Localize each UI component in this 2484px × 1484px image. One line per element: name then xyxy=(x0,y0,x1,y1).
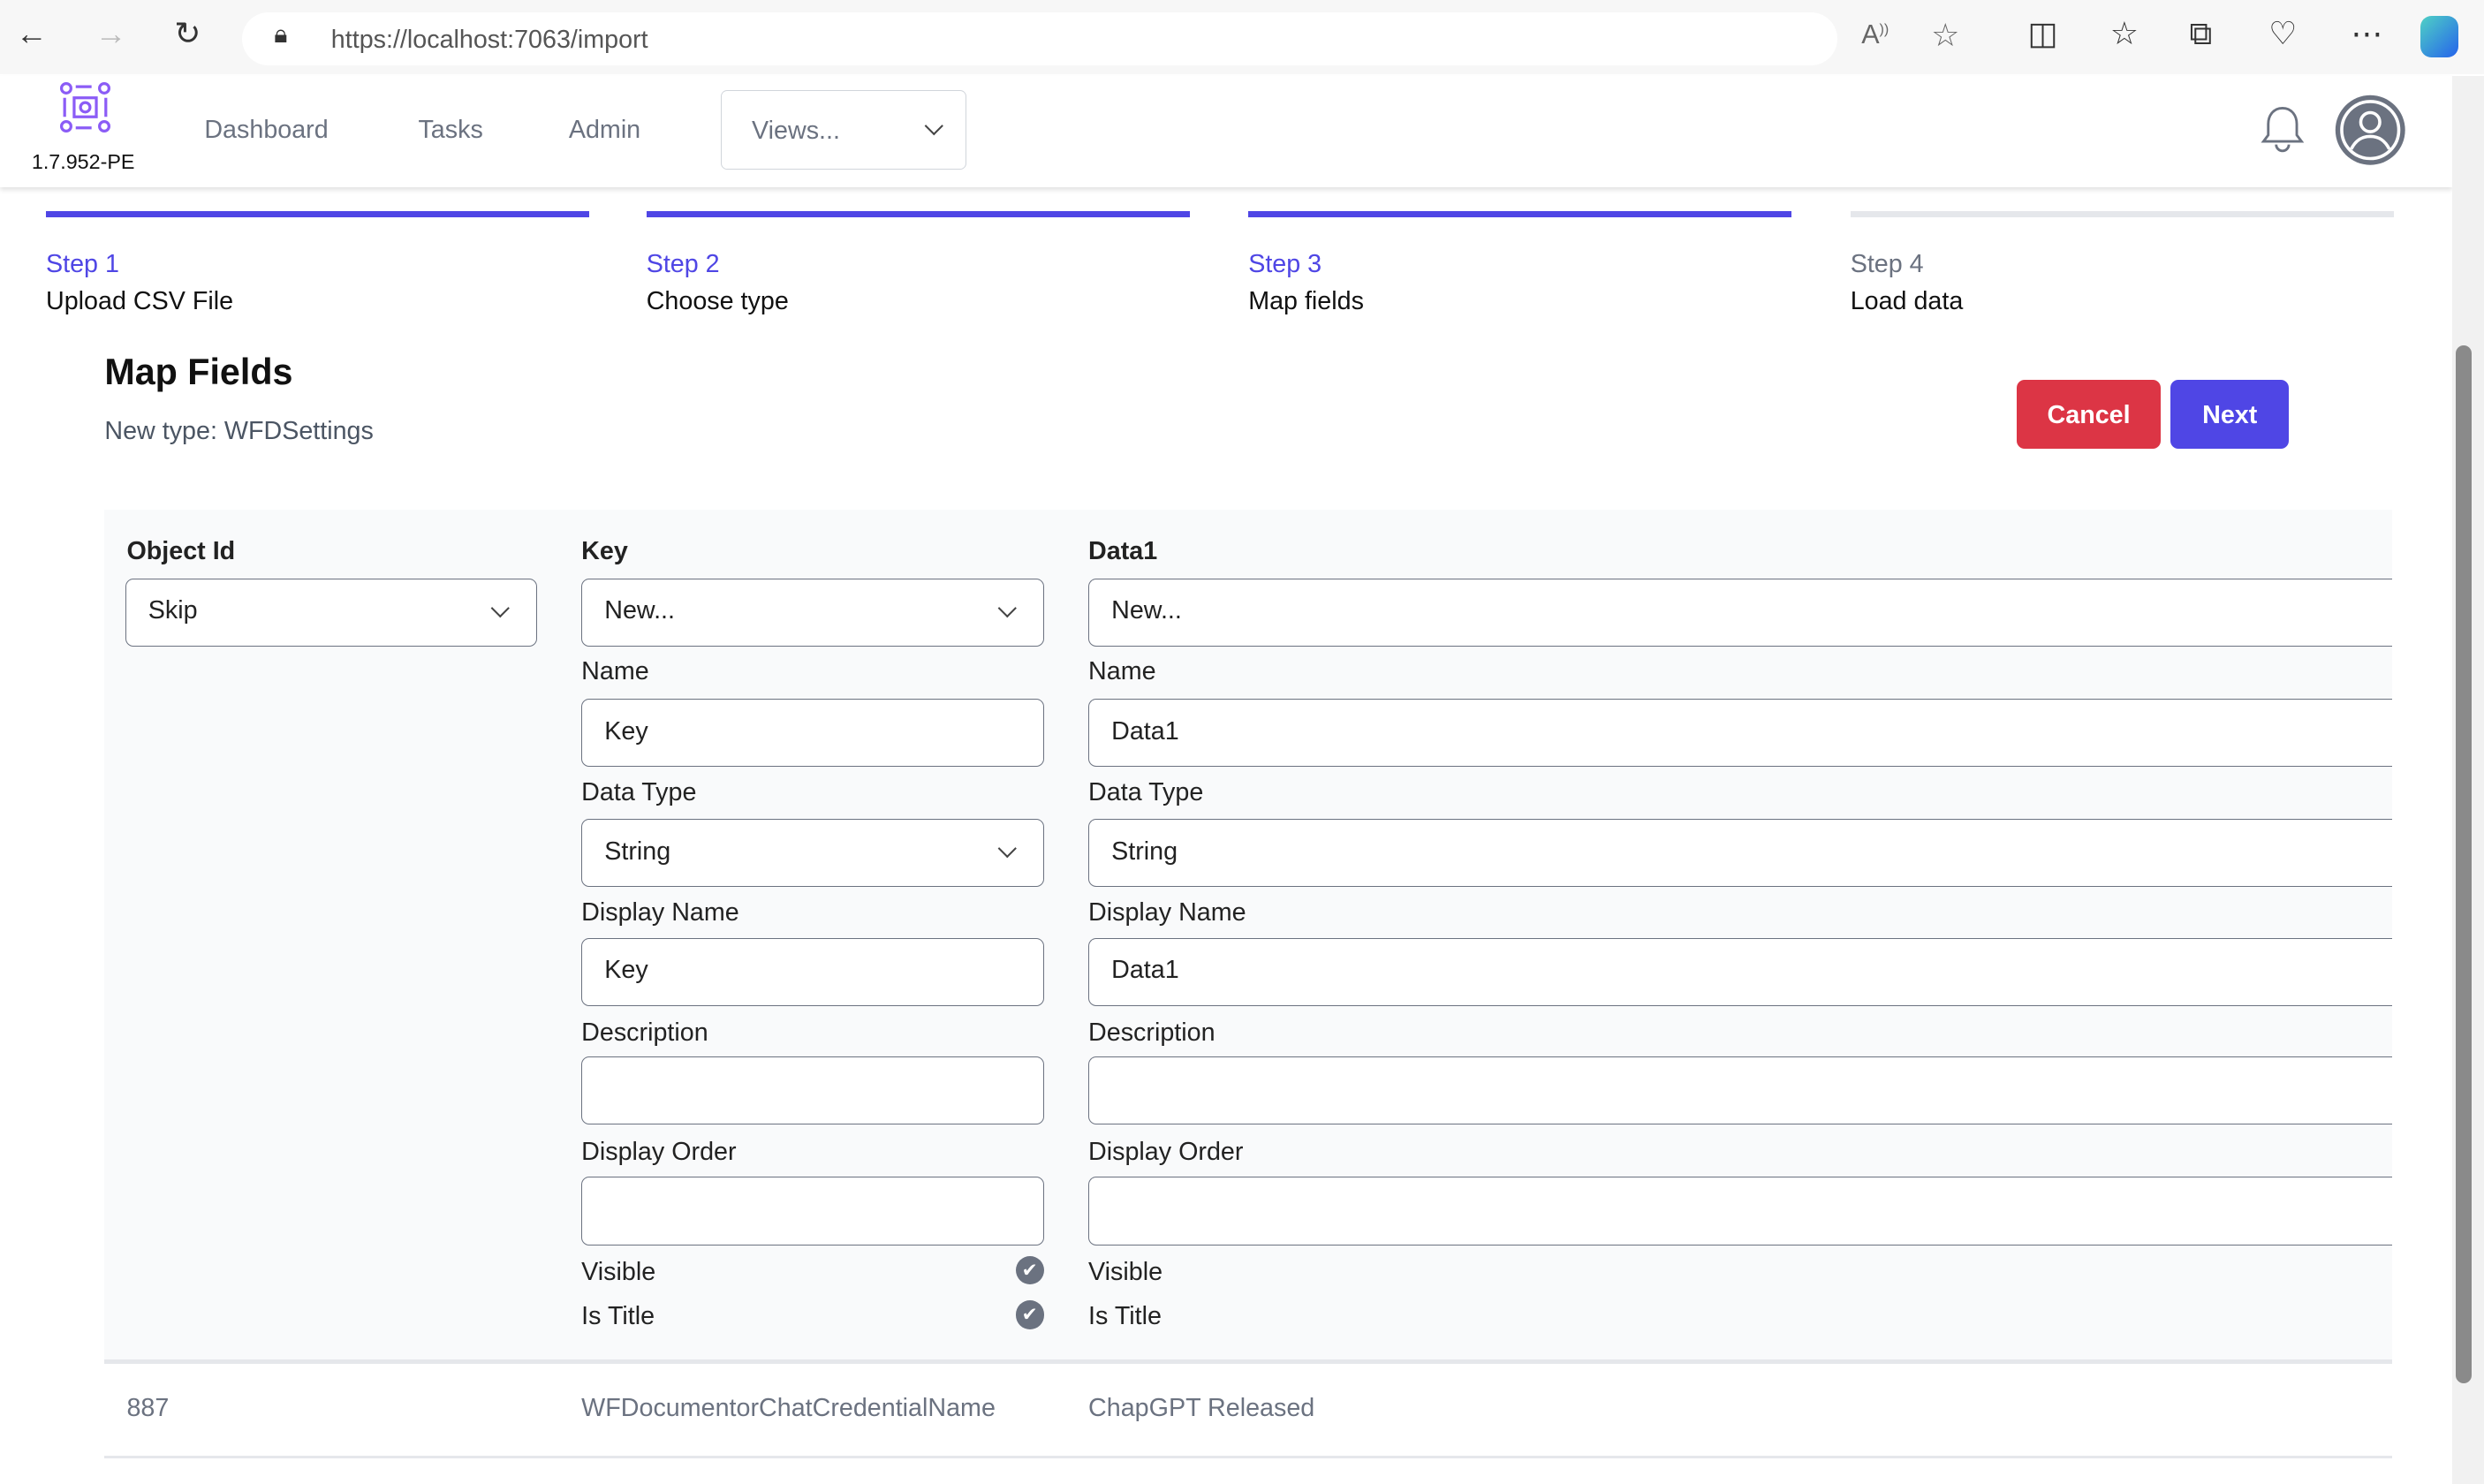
more-icon[interactable]: ⋯ xyxy=(2351,16,2382,52)
page-title: Map Fields xyxy=(104,352,293,393)
object-id-mapping-select[interactable]: Skip xyxy=(125,578,537,647)
split-screen-icon[interactable]: ◫ xyxy=(2028,16,2058,52)
display-order-label: Display Order xyxy=(581,1137,737,1166)
step-number: Step 4 xyxy=(1850,250,1924,279)
nav-tasks[interactable]: Tasks xyxy=(418,116,482,145)
scrollbar-thumb[interactable] xyxy=(2455,344,2472,1383)
visible-label: Visible xyxy=(581,1257,656,1286)
data1-display-name-input[interactable]: Data1 xyxy=(1088,937,2392,1006)
step-1: Step 1 Upload CSV File xyxy=(46,210,590,322)
favorites-icon[interactable]: ☆ xyxy=(2110,16,2139,52)
key-name-input[interactable]: Key xyxy=(581,698,1044,767)
refresh-icon[interactable]: ↻ xyxy=(174,16,201,52)
lock-icon[interactable]: 🔒︎ xyxy=(274,20,287,49)
data1-name-input[interactable]: Data1 xyxy=(1088,698,2392,767)
step-2: Step 2 Choose type xyxy=(646,210,1190,322)
chevron-down-icon xyxy=(925,117,943,136)
app-version: 1.7.952-PE xyxy=(31,150,135,174)
next-button[interactable]: Next xyxy=(2170,380,2290,449)
step-title: Choose type xyxy=(646,286,789,315)
column-header: Object Id xyxy=(126,536,236,565)
notification-bell-icon[interactable] xyxy=(2259,103,2306,154)
step-number: Step 1 xyxy=(46,250,119,279)
column-header: Key xyxy=(581,536,628,565)
data1-mapping-select[interactable]: New... xyxy=(1088,578,2392,647)
step-number: Step 3 xyxy=(1248,250,1322,279)
url-text[interactable]: https://localhost:7063/import xyxy=(331,26,648,55)
chevron-down-icon xyxy=(997,598,1017,617)
select-value: Skip xyxy=(148,596,198,625)
table-row: 887 WFDocumentorChatCredentialName ChapG… xyxy=(104,1361,2393,1459)
key-mapping-select[interactable]: New... xyxy=(581,578,1044,647)
copilot-icon[interactable] xyxy=(2420,15,2459,57)
data-type-label: Data Type xyxy=(581,777,697,806)
step-title: Map fields xyxy=(1248,286,1364,315)
cell-data1: ChapGPT Released xyxy=(1088,1394,1315,1423)
step-4: Step 4 Load data xyxy=(1850,210,2394,322)
chevron-down-icon xyxy=(997,839,1017,858)
display-order-label: Display Order xyxy=(1088,1137,1244,1166)
step-number: Step 2 xyxy=(646,250,720,279)
browser-health-icon[interactable]: ♡ xyxy=(2268,16,2297,52)
page-subtitle: New type: WFDSettings xyxy=(104,416,374,445)
description-label: Description xyxy=(1088,1018,1215,1048)
key-data-type-select[interactable]: String xyxy=(581,819,1044,888)
step-title: Load data xyxy=(1850,286,1964,315)
key-visible-checkbox[interactable]: ✔ xyxy=(1015,1256,1044,1285)
chevron-down-icon xyxy=(490,598,510,617)
views-label: Views... xyxy=(752,116,840,145)
display-name-label: Display Name xyxy=(581,897,739,927)
address-bar[interactable]: 🔒︎ https://localhost:7063/import A)) ☆ xyxy=(242,12,1959,65)
field-mapping-panel: Object Id Skip Key New... Name Key Data … xyxy=(104,510,2393,1364)
key-display-name-input[interactable]: Key xyxy=(581,937,1044,1006)
key-description-input[interactable] xyxy=(581,1056,1044,1125)
visible-label: Visible xyxy=(1088,1257,1163,1286)
step-3: Step 3 Map fields xyxy=(1248,210,1792,322)
collections-icon[interactable]: ⧉ xyxy=(2189,16,2212,53)
back-icon[interactable]: ← xyxy=(16,16,48,52)
nav-dashboard[interactable]: Dashboard xyxy=(204,116,328,145)
name-label: Name xyxy=(1088,657,1156,686)
select-value: String xyxy=(604,837,671,866)
favorite-star-icon[interactable]: ☆ xyxy=(1931,18,1959,54)
data-type-label: Data Type xyxy=(1088,777,1204,806)
cancel-button[interactable]: Cancel xyxy=(2016,380,2162,449)
nav-admin[interactable]: Admin xyxy=(569,116,640,145)
name-label: Name xyxy=(581,657,649,686)
step-title: Upload CSV File xyxy=(46,286,234,315)
is-title-label: Is Title xyxy=(581,1302,655,1331)
cell-key: WFDocumentorChatCredentialName xyxy=(581,1394,996,1423)
cell-object-id: 887 xyxy=(126,1394,170,1423)
user-avatar-icon[interactable] xyxy=(2334,94,2406,166)
read-aloud-icon[interactable]: A)) xyxy=(1861,19,1889,50)
app-logo-icon[interactable] xyxy=(58,80,112,134)
page-scrollbar[interactable] xyxy=(2452,76,2484,1484)
display-name-label: Display Name xyxy=(1088,897,1246,927)
data1-description-input[interactable] xyxy=(1088,1056,2392,1125)
key-display-order-input[interactable] xyxy=(581,1177,1044,1246)
description-label: Description xyxy=(581,1018,708,1048)
forward-icon[interactable]: → xyxy=(95,16,127,52)
data1-data-type-select[interactable]: String xyxy=(1088,819,2392,888)
key-is-title-checkbox[interactable]: ✔ xyxy=(1015,1300,1044,1329)
views-dropdown[interactable]: Views... xyxy=(720,90,966,170)
app-header: 1.7.952-PE Dashboard Tasks Admin Views..… xyxy=(0,76,2453,187)
is-title-label: Is Title xyxy=(1088,1302,1162,1331)
select-value: New... xyxy=(604,596,675,625)
browser-toolbar: ← → ↻ 🔒︎ https://localhost:7063/import A… xyxy=(0,0,2484,75)
data1-display-order-input[interactable] xyxy=(1088,1177,2392,1246)
column-header: Data1 xyxy=(1088,536,1158,565)
